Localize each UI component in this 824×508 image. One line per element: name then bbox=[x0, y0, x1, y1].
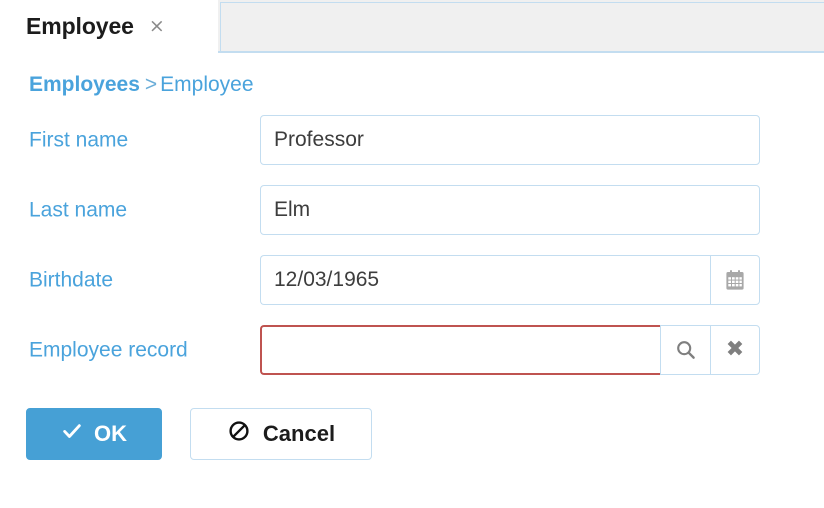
form-actions: OK Cancel bbox=[0, 408, 824, 460]
calendar-picker-button[interactable] bbox=[710, 255, 760, 305]
last-name-input[interactable]: Elm bbox=[260, 185, 760, 235]
cancel-button-label: Cancel bbox=[263, 421, 335, 447]
search-icon bbox=[674, 338, 698, 362]
field-wrap-employee-record: ✖ bbox=[260, 325, 760, 375]
form-row-employee-record: Employee record ✖ bbox=[0, 325, 824, 375]
employee-record-input[interactable] bbox=[260, 325, 660, 375]
ok-button-label: OK bbox=[94, 421, 127, 447]
close-icon: ✖ bbox=[726, 339, 744, 361]
field-wrap-last-name: Elm bbox=[260, 185, 760, 235]
field-wrap-first-name: Professor bbox=[260, 115, 760, 165]
tab-label: Employee bbox=[26, 13, 134, 40]
employee-record-search-button[interactable] bbox=[660, 325, 710, 375]
label-employee-record: Employee record bbox=[29, 340, 188, 361]
tab-bar: Employee × bbox=[0, 0, 824, 53]
label-last-name: Last name bbox=[29, 200, 127, 221]
prohibited-icon bbox=[227, 419, 251, 449]
breadcrumb: Employees>Employee bbox=[29, 74, 254, 95]
ok-button[interactable]: OK bbox=[26, 408, 162, 460]
label-birthdate: Birthdate bbox=[29, 270, 113, 291]
calendar-icon bbox=[723, 268, 747, 292]
field-wrap-birthdate: 12/03/1965 bbox=[260, 255, 760, 305]
breadcrumb-link-employees[interactable]: Employees bbox=[29, 73, 140, 96]
label-first-name: First name bbox=[29, 130, 128, 151]
first-name-input[interactable]: Professor bbox=[260, 115, 760, 165]
breadcrumb-separator: > bbox=[145, 73, 157, 96]
form-row-birthdate: Birthdate 12/03/1965 bbox=[0, 255, 824, 305]
close-icon[interactable]: × bbox=[149, 17, 165, 36]
birthdate-input[interactable]: 12/03/1965 bbox=[260, 255, 710, 305]
check-icon bbox=[61, 420, 83, 448]
cancel-button[interactable]: Cancel bbox=[190, 408, 372, 460]
employee-record-clear-button[interactable]: ✖ bbox=[710, 325, 760, 375]
tab-employee[interactable]: Employee × bbox=[0, 0, 218, 53]
form-row-last-name: Last name Elm bbox=[0, 185, 824, 235]
breadcrumb-current-employee: Employee bbox=[160, 73, 253, 96]
tab-bar-empty-area bbox=[220, 2, 824, 51]
form-row-first-name: First name Professor bbox=[0, 115, 824, 165]
